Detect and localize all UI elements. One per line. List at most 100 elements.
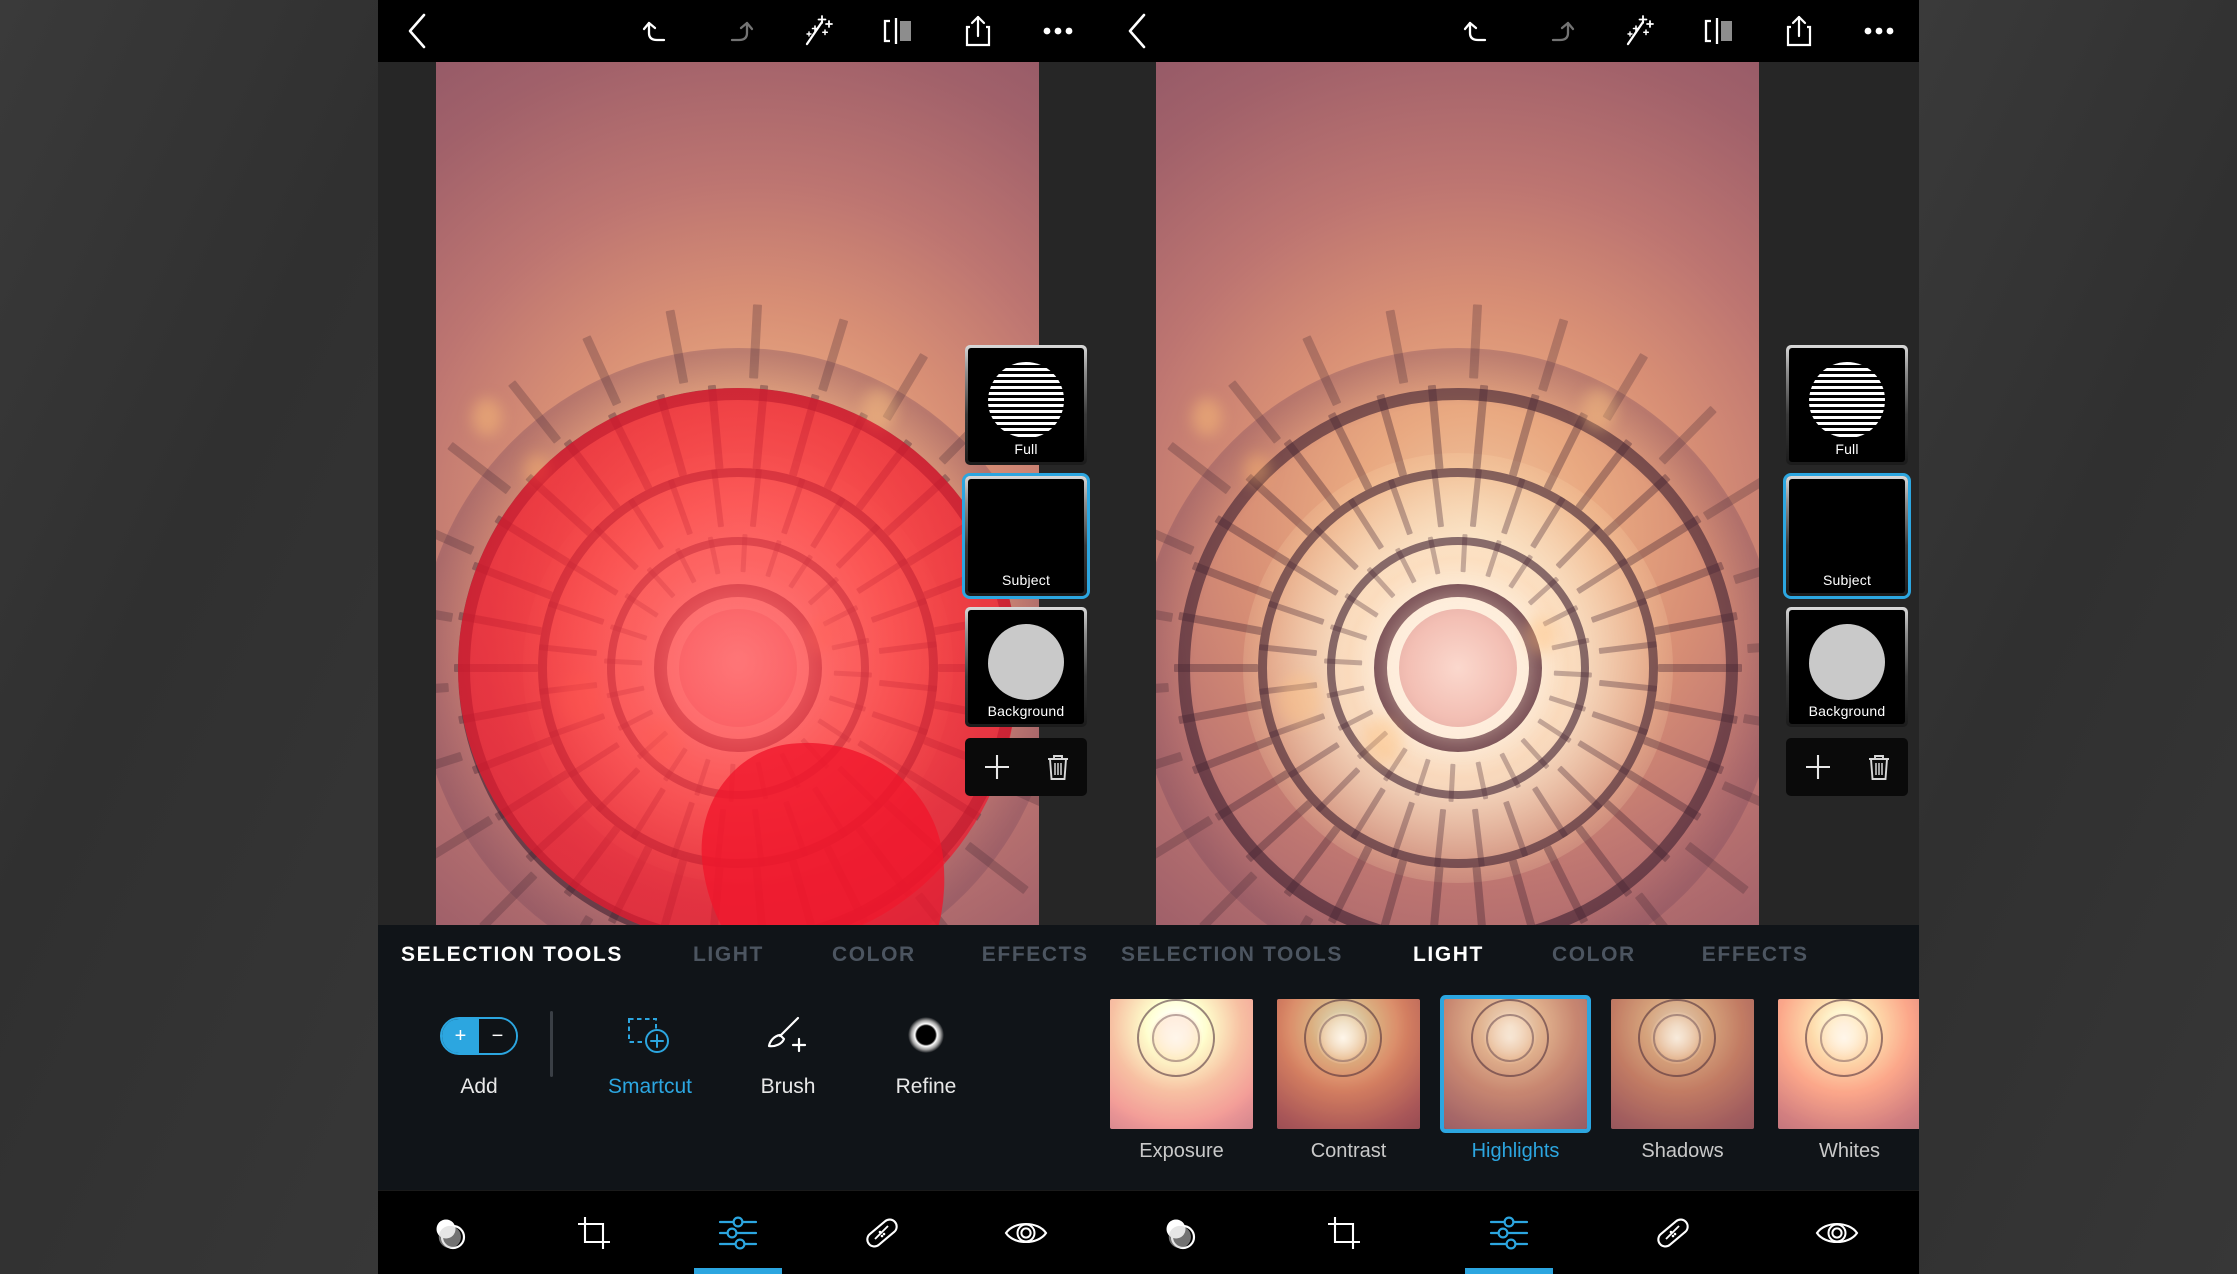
nav-selections-right[interactable] bbox=[1098, 1191, 1262, 1274]
tool-label-refine: Refine bbox=[896, 1075, 957, 1099]
delete-mask-button-right[interactable] bbox=[1866, 752, 1892, 782]
light-preset-row[interactable]: Exposure Contrast bbox=[1098, 985, 1919, 1190]
mask-label-background-right: Background bbox=[1789, 703, 1905, 719]
refine-icon bbox=[902, 1005, 950, 1067]
navbar-left bbox=[378, 1190, 1098, 1274]
share-icon-right[interactable] bbox=[1759, 0, 1839, 62]
tab-selection-tools-right[interactable]: SELECTION TOOLS bbox=[1121, 943, 1343, 967]
panel-left: Full Subject Background bbox=[378, 0, 1098, 1274]
undo-icon-right[interactable] bbox=[1439, 0, 1519, 62]
compare-icon-right[interactable] bbox=[1679, 0, 1759, 62]
nav-adjust[interactable] bbox=[666, 1191, 810, 1274]
preset-thumb-highlights bbox=[1444, 999, 1587, 1129]
nav-crop-right[interactable] bbox=[1262, 1191, 1426, 1274]
nav-heal-right[interactable] bbox=[1591, 1191, 1755, 1274]
mask-card-background[interactable]: Background bbox=[965, 607, 1087, 727]
nav-heal[interactable] bbox=[810, 1191, 954, 1274]
desktop-backdrop-right bbox=[1919, 0, 2237, 1274]
redo-icon[interactable] bbox=[698, 0, 778, 62]
back-button-right[interactable] bbox=[1098, 13, 1176, 49]
tool-smartcut[interactable]: Smartcut bbox=[581, 985, 719, 1099]
toolbar-right bbox=[1098, 0, 1919, 62]
mask-card-full[interactable]: Full bbox=[965, 345, 1087, 465]
preset-thumb-shadows bbox=[1611, 999, 1754, 1129]
tool-refine[interactable]: Refine bbox=[857, 985, 995, 1099]
preset-shadows[interactable]: Shadows bbox=[1599, 999, 1766, 1163]
tool-label-add: Add bbox=[460, 1075, 497, 1099]
mask-thumb-subject bbox=[988, 493, 1064, 569]
toolbar-actions-right bbox=[1439, 0, 1919, 62]
mask-thumb-subject-right bbox=[1809, 493, 1885, 569]
tab-selection-tools-left[interactable]: SELECTION TOOLS bbox=[401, 943, 623, 967]
mask-rail-left: Full Subject Background bbox=[965, 345, 1087, 796]
back-button[interactable] bbox=[378, 13, 456, 49]
add-mask-button-right[interactable] bbox=[1803, 752, 1833, 782]
nav-crop[interactable] bbox=[522, 1191, 666, 1274]
preset-highlights[interactable]: Highlights bbox=[1432, 999, 1599, 1163]
nav-retouch-right[interactable] bbox=[1755, 1191, 1919, 1274]
tool-add[interactable]: + − Add bbox=[410, 985, 548, 1099]
tab-light-right[interactable]: LIGHT bbox=[1413, 943, 1484, 967]
preset-contrast[interactable]: Contrast bbox=[1265, 999, 1432, 1163]
tab-color-left[interactable]: COLOR bbox=[832, 943, 916, 967]
preset-thumb-whites bbox=[1778, 999, 1919, 1129]
magic-wand-icon[interactable] bbox=[778, 0, 858, 62]
more-icon[interactable] bbox=[1018, 0, 1098, 62]
tab-color-right[interactable]: COLOR bbox=[1552, 943, 1636, 967]
add-subtract-toggle[interactable]: + − bbox=[440, 1005, 518, 1067]
nav-adjust-right[interactable] bbox=[1426, 1191, 1590, 1274]
screen: Full Subject Background bbox=[0, 0, 2237, 1274]
preset-thumb-contrast bbox=[1277, 999, 1420, 1129]
mask-actions-right bbox=[1786, 738, 1908, 796]
tool-brush[interactable]: Brush bbox=[719, 985, 857, 1099]
delete-mask-button[interactable] bbox=[1045, 752, 1071, 782]
mask-thumb-background bbox=[988, 624, 1064, 700]
nav-active-indicator-right bbox=[1465, 1268, 1553, 1274]
toggle-minus-segment[interactable]: − bbox=[479, 1019, 516, 1053]
mask-thumb-full bbox=[988, 362, 1064, 438]
tool-divider bbox=[550, 1011, 553, 1077]
preset-thumb-exposure bbox=[1110, 999, 1253, 1129]
toolbar-left bbox=[378, 0, 1098, 62]
app-window: Full Subject Background bbox=[378, 0, 1919, 1274]
bottom-sheet-left: SELECTION TOOLS LIGHT COLOR EFFECTS + − bbox=[378, 925, 1098, 1190]
mask-label-background: Background bbox=[968, 703, 1084, 719]
mask-label-full-right: Full bbox=[1789, 441, 1905, 457]
mask-card-subject-right[interactable]: Subject bbox=[1786, 476, 1908, 596]
mask-card-full-right[interactable]: Full bbox=[1786, 345, 1908, 465]
undo-icon[interactable] bbox=[618, 0, 698, 62]
mask-card-background-right[interactable]: Background bbox=[1786, 607, 1908, 727]
mask-thumb-background-right bbox=[1809, 624, 1885, 700]
smartcut-icon bbox=[624, 1005, 676, 1067]
preset-label-shadows: Shadows bbox=[1599, 1140, 1766, 1163]
more-icon-right[interactable] bbox=[1839, 0, 1919, 62]
tool-label-brush: Brush bbox=[761, 1075, 816, 1099]
brush-plus-icon bbox=[763, 1005, 813, 1067]
nav-active-indicator bbox=[694, 1268, 782, 1274]
mask-card-subject[interactable]: Subject bbox=[965, 476, 1087, 596]
selection-tool-row: + − Add bbox=[378, 985, 1098, 1190]
tab-effects-right[interactable]: EFFECTS bbox=[1702, 943, 1809, 967]
toggle-plus-segment[interactable]: + bbox=[442, 1019, 479, 1053]
mask-actions-left bbox=[965, 738, 1087, 796]
add-mask-button[interactable] bbox=[982, 752, 1012, 782]
redo-icon-right[interactable] bbox=[1519, 0, 1599, 62]
preset-whites[interactable]: Whites bbox=[1766, 999, 1919, 1163]
preset-label-exposure: Exposure bbox=[1098, 1140, 1265, 1163]
nav-selections[interactable] bbox=[378, 1191, 522, 1274]
bottom-sheet-right: SELECTION TOOLS LIGHT COLOR EFFECTS bbox=[1098, 925, 1919, 1190]
preset-label-whites: Whites bbox=[1766, 1140, 1919, 1163]
nav-retouch[interactable] bbox=[954, 1191, 1098, 1274]
toolbar-actions-left bbox=[618, 0, 1098, 62]
tab-effects-left[interactable]: EFFECTS bbox=[982, 943, 1089, 967]
magic-wand-icon-right[interactable] bbox=[1599, 0, 1679, 62]
tabbar-right: SELECTION TOOLS LIGHT COLOR EFFECTS bbox=[1098, 925, 1919, 985]
mask-label-subject: Subject bbox=[968, 572, 1084, 588]
panel-right: Full Subject Background bbox=[1098, 0, 1919, 1274]
preset-exposure[interactable]: Exposure bbox=[1098, 999, 1265, 1163]
compare-icon[interactable] bbox=[858, 0, 938, 62]
tab-light-left[interactable]: LIGHT bbox=[693, 943, 764, 967]
share-icon[interactable] bbox=[938, 0, 1018, 62]
mask-thumb-full-right bbox=[1809, 362, 1885, 438]
mask-rail-right: Full Subject Background bbox=[1786, 345, 1908, 796]
